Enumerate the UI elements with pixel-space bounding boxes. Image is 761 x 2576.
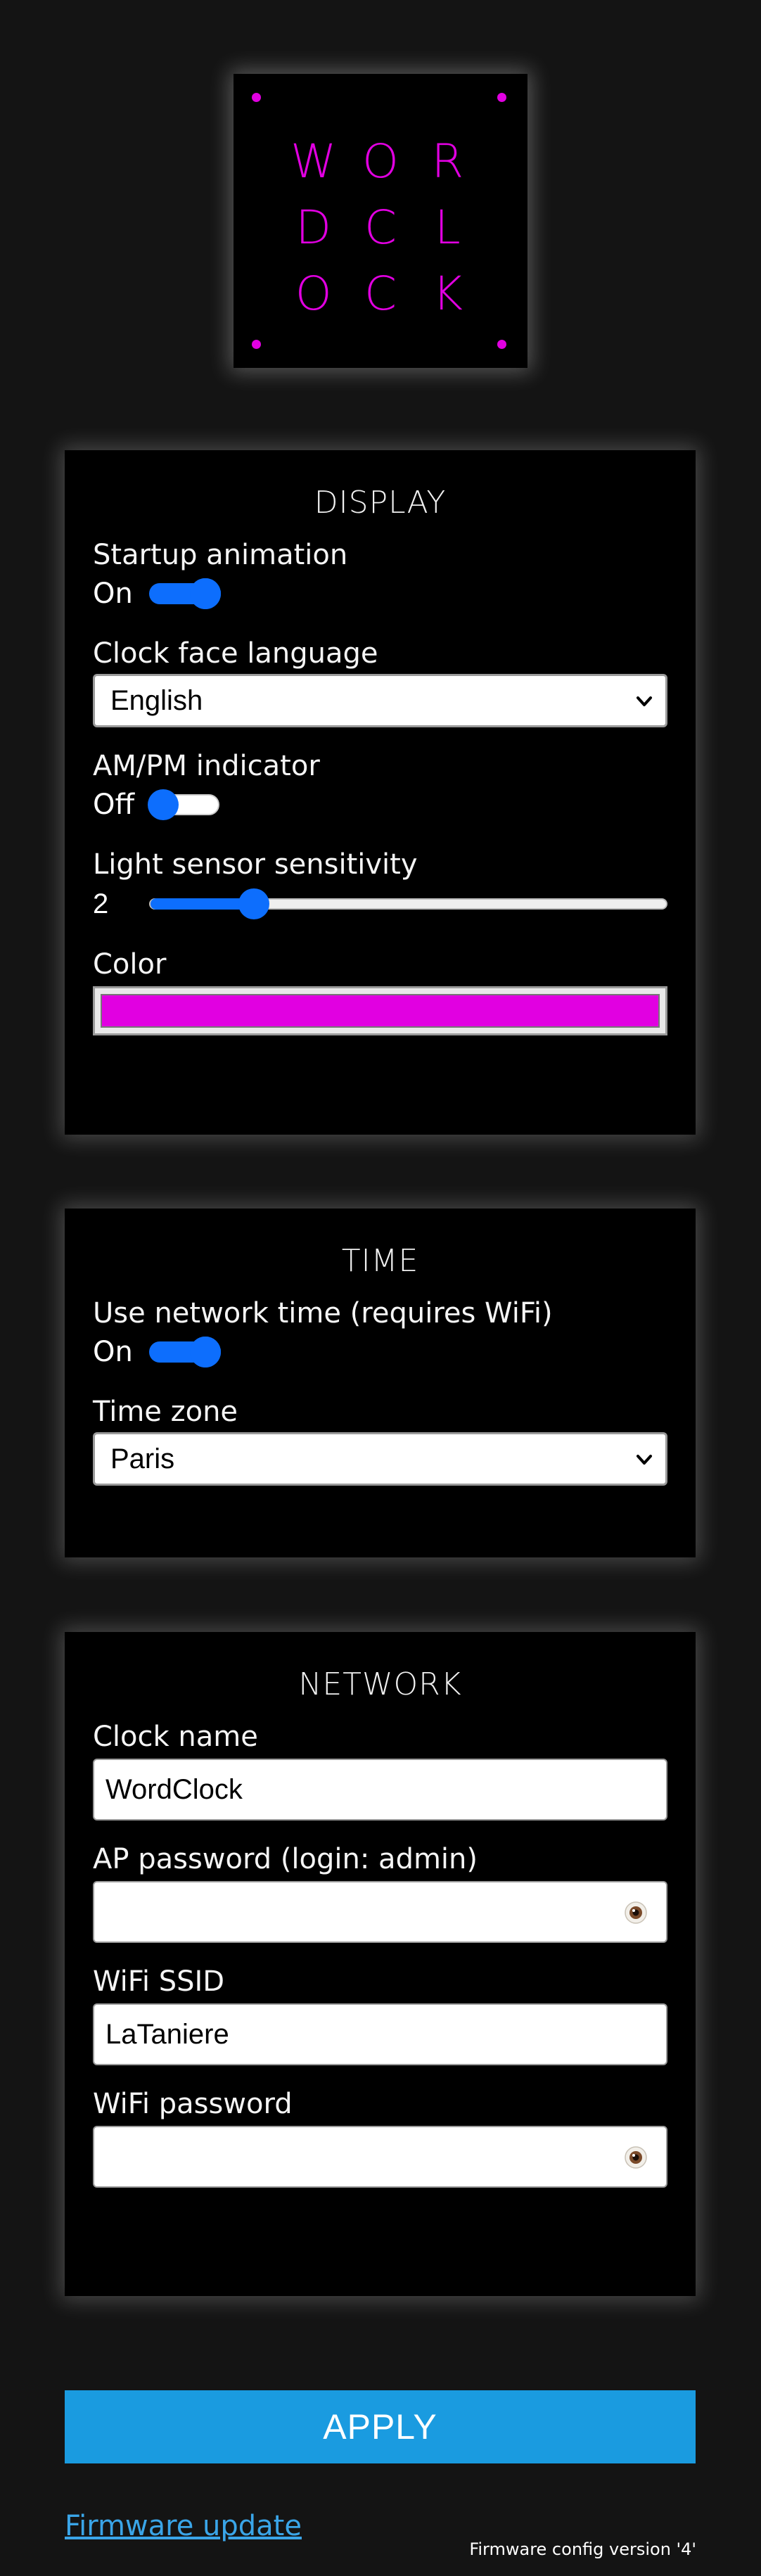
network-time-state: On — [93, 1336, 133, 1368]
network-time-field: Use network time (requires WiFi) On — [93, 1296, 667, 1373]
light-sensor-field: Light sensor sensitivity 2 — [93, 847, 667, 926]
logo-letter-grid: W O R D C L O C K — [280, 129, 481, 327]
language-field: Clock face language English — [93, 636, 667, 727]
network-panel: NETWORK Clock name WordClock AP password… — [65, 1632, 696, 2296]
network-panel-title: NETWORK — [298, 1666, 462, 1702]
startup-animation-field: Startup animation On — [93, 537, 667, 615]
wifi-ssid-value: LaTaniere — [105, 2018, 229, 2050]
light-sensor-label: Light sensor sensitivity — [93, 848, 418, 881]
corner-dot — [497, 93, 506, 102]
clock-name-field: Clock name WordClock — [93, 1719, 667, 1821]
ap-password-field: AP password (login: admin) — [93, 1842, 667, 1943]
color-picker[interactable] — [93, 986, 667, 1035]
language-label: Clock face language — [93, 637, 378, 670]
timezone-select[interactable]: Paris — [93, 1432, 667, 1486]
display-panel: DISPLAY Startup animation On Clock face … — [65, 450, 696, 1135]
slider-thumb[interactable] — [238, 888, 269, 919]
ampm-label: AM/PM indicator — [93, 750, 320, 782]
eye-icon[interactable] — [621, 1901, 651, 1925]
color-swatch — [101, 994, 660, 1028]
startup-animation-toggle[interactable] — [149, 578, 221, 609]
timezone-field: Time zone Paris — [93, 1394, 667, 1486]
color-field: Color — [93, 947, 667, 1035]
logo-letter: K — [432, 267, 463, 321]
timezone-label: Time zone — [93, 1396, 238, 1428]
time-panel-title: TIME — [341, 1243, 419, 1279]
toggle-knob — [190, 1337, 221, 1367]
apply-button[interactable]: APPLY — [65, 2390, 696, 2463]
eye-icon[interactable] — [621, 2145, 651, 2169]
ap-password-label: AP password (login: admin) — [93, 1843, 478, 1875]
firmware-version-text: Firmware config version '4' — [469, 2539, 696, 2559]
timezone-select-value: Paris — [110, 1443, 175, 1474]
corner-dot — [252, 93, 261, 102]
ampm-field: AM/PM indicator Off — [93, 748, 667, 826]
toggle-knob — [190, 578, 221, 609]
logo-letter: R — [431, 134, 464, 189]
toggle-knob — [148, 789, 179, 820]
clock-name-input[interactable]: WordClock — [93, 1759, 667, 1821]
language-select[interactable]: English — [93, 674, 667, 727]
light-sensor-slider[interactable] — [149, 888, 667, 919]
chevron-down-icon — [637, 1455, 652, 1465]
corner-dot — [252, 340, 261, 349]
logo-letter: C — [364, 267, 397, 321]
startup-animation-label: Startup animation — [93, 539, 348, 571]
corner-dot — [497, 340, 506, 349]
light-sensor-value: 2 — [93, 888, 109, 919]
color-label: Color — [93, 948, 167, 981]
ampm-state: Off — [93, 789, 135, 821]
logo-letter: L — [434, 200, 461, 255]
ampm-toggle[interactable] — [148, 789, 219, 820]
word-clock-logo: W O R D C L O C K — [234, 74, 527, 368]
wifi-password-label: WiFi password — [93, 2088, 293, 2120]
startup-animation-state: On — [93, 578, 133, 610]
network-time-toggle[interactable] — [149, 1337, 221, 1367]
time-panel: TIME Use network time (requires WiFi) On… — [65, 1209, 696, 1557]
wifi-password-field: WiFi password — [93, 2086, 667, 2188]
clock-name-value: WordClock — [105, 1773, 243, 1805]
firmware-update-link[interactable]: Firmware update — [65, 2510, 302, 2542]
display-panel-title: DISPLAY — [314, 485, 447, 521]
logo-letter: D — [295, 200, 332, 255]
logo-letter: O — [362, 134, 399, 189]
network-time-label: Use network time (requires WiFi) — [93, 1297, 553, 1330]
wifi-ssid-field: WiFi SSID LaTaniere — [93, 1964, 667, 2065]
wifi-password-input[interactable] — [93, 2126, 667, 2188]
ap-password-input[interactable] — [93, 1881, 667, 1943]
logo-letter: O — [295, 267, 332, 321]
clock-name-label: Clock name — [93, 1721, 258, 1753]
logo-letter: W — [290, 134, 337, 189]
chevron-down-icon — [637, 696, 652, 706]
wifi-ssid-label: WiFi SSID — [93, 1965, 225, 1998]
logo-letter: C — [364, 200, 397, 255]
language-select-value: English — [110, 684, 203, 716]
wifi-ssid-input[interactable]: LaTaniere — [93, 2003, 667, 2065]
